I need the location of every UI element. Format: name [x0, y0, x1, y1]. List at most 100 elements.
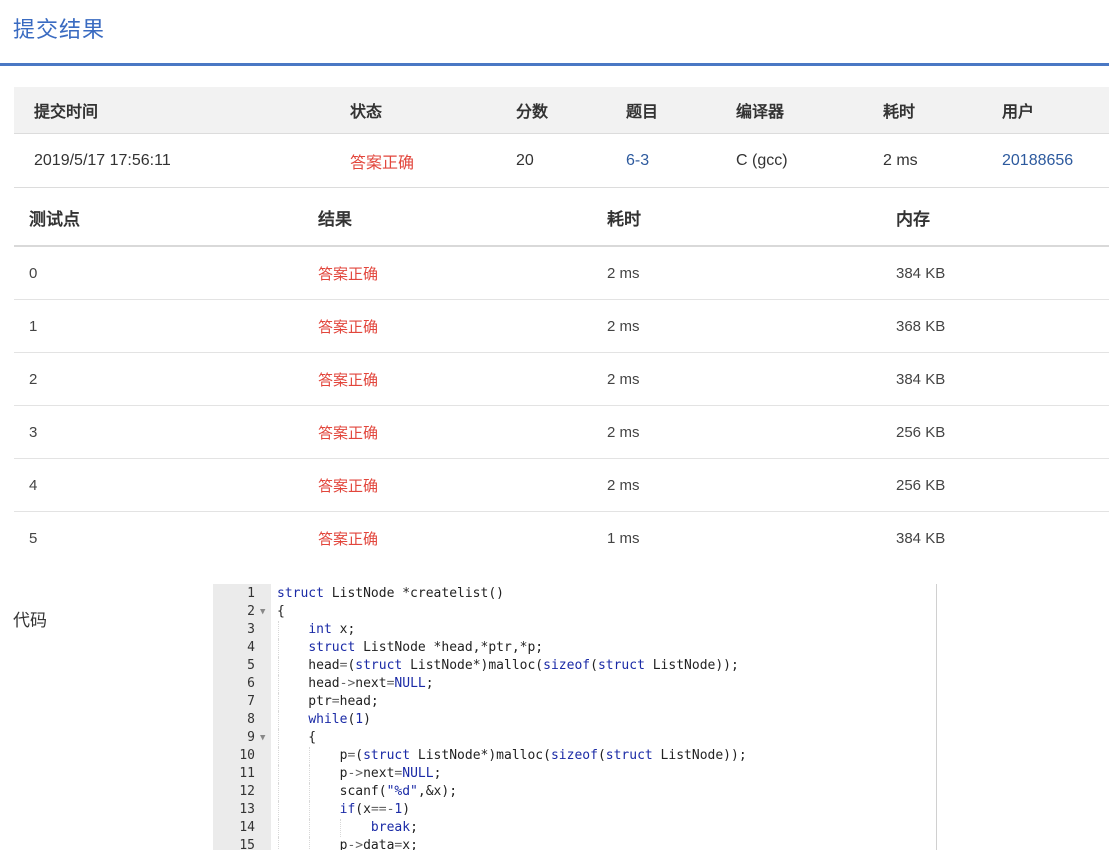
summary-row: 2019/5/17 17:56:11 答案正确 20 6-3 C (gcc) 2…	[14, 134, 1109, 188]
code-text: int x;	[308, 622, 356, 637]
code-line: 9 ▼ {	[213, 729, 936, 747]
code-line: 13 if(x==-1)	[213, 801, 936, 819]
code-text: ptr=head;	[277, 694, 379, 709]
code-line: 11 p->next=NULL;	[213, 765, 936, 783]
header-elapsed: 耗时	[883, 104, 916, 121]
testcase-time: 1 ms	[607, 530, 640, 547]
testcase-memory: 384 KB	[896, 264, 946, 282]
testcase-row: 0 答案正确 2 ms 384 KB	[14, 247, 1109, 300]
header-user: 用户	[1002, 104, 1035, 121]
user-link[interactable]: 20188656	[1002, 134, 1073, 187]
line-number: 13	[239, 802, 255, 817]
code-text: break;	[370, 820, 418, 835]
code-label: 代码	[13, 611, 47, 630]
testcase-memory: 384 KB	[896, 530, 946, 547]
code-editor[interactable]: 1 struct ListNode *createlist() 2 ▼ {3 int x…	[213, 584, 937, 850]
code-line: 2 ▼ {	[213, 603, 936, 621]
header-status: 状态	[350, 104, 383, 121]
testcase-id: 5	[29, 530, 38, 547]
testcase-id: 4	[29, 476, 38, 494]
code-line: 15 p->data=x;	[213, 837, 936, 850]
testcase-id: 2	[29, 370, 38, 388]
testcase-memory: 384 KB	[896, 370, 946, 388]
testcase-row: 1 答案正确 2 ms 368 KB	[14, 300, 1109, 353]
line-number: 3	[247, 622, 255, 637]
line-number: 9	[247, 730, 255, 745]
title-divider	[0, 63, 1109, 66]
testcase-id: 0	[29, 264, 38, 282]
line-number: 15	[239, 838, 255, 850]
header-problem: 题目	[626, 104, 659, 121]
line-number: 8	[247, 712, 255, 727]
line-number: 6	[247, 676, 255, 691]
fold-arrow-icon[interactable]: ▼	[260, 603, 265, 621]
code-line: 14 break;	[213, 819, 936, 837]
code-line: 5 head=(struct ListNode*)malloc(sizeof(s…	[213, 657, 936, 675]
code-line: 12 scanf("%d",&x);	[213, 783, 936, 801]
score-value: 20	[516, 151, 534, 169]
problem-link[interactable]: 6-3	[626, 134, 649, 187]
header-time: 耗时	[607, 209, 641, 229]
submit-time: 2019/5/17 17:56:11	[34, 151, 171, 169]
header-score: 分数	[516, 104, 549, 121]
code-line: 3 int x;	[213, 621, 936, 639]
header-submit-time: 提交时间	[34, 104, 99, 121]
header-memory: 内存	[896, 209, 930, 229]
testcase-row: 5 答案正确 1 ms 384 KB	[14, 512, 1109, 565]
code-text: head->next=NULL;	[277, 676, 434, 691]
code-text: scanf("%d",&x);	[277, 784, 458, 799]
header-testcase: 测试点	[29, 209, 80, 229]
testcase-time: 2 ms	[607, 317, 640, 335]
line-number: 14	[239, 820, 255, 835]
code-text: struct ListNode *head,*ptr,*p;	[308, 640, 544, 655]
line-number: 10	[239, 748, 255, 763]
code-text: head=(struct ListNode*)malloc(sizeof(str…	[277, 658, 739, 673]
testcase-time: 2 ms	[607, 476, 640, 494]
testcase-time: 2 ms	[607, 370, 640, 388]
testcase-table: 测试点 结果 耗时 内存 0 答案正确 2 ms 384 KB 1 答案正确 2 ms 368…	[14, 189, 1109, 565]
testcase-id: 3	[29, 423, 38, 441]
fold-arrow-icon[interactable]: ▼	[260, 729, 265, 747]
code-text: if(x==-1)	[339, 802, 411, 817]
code-line: 8 while(1)	[213, 711, 936, 729]
testcase-id: 1	[29, 317, 38, 335]
line-number: 5	[247, 658, 255, 673]
line-number: 12	[239, 784, 255, 799]
submission-summary-table: 提交时间 状态 分数 题目 编译器 耗时 用户 2019/5/17 17:56:…	[14, 87, 1109, 188]
code-text: while(1)	[308, 712, 371, 727]
testcase-result: 答案正确	[318, 531, 379, 548]
header-compiler: 编译器	[736, 104, 785, 121]
testcase-header-row: 测试点 结果 耗时 内存	[14, 189, 1109, 247]
code-line: 4 struct ListNode *head,*ptr,*p;	[213, 639, 936, 657]
code-text: p->data=x;	[277, 838, 418, 850]
testcase-result: 答案正确	[318, 424, 379, 442]
testcase-result: 答案正确	[318, 371, 379, 389]
testcase-row: 2 答案正确 2 ms 384 KB	[14, 353, 1109, 406]
code-text: struct ListNode *createlist()	[277, 586, 504, 601]
line-number: 1	[247, 586, 255, 601]
code-line: 1 struct ListNode *createlist()	[213, 585, 936, 603]
header-result: 结果	[318, 209, 352, 229]
code-text: {	[277, 604, 285, 619]
testcase-result: 答案正确	[318, 265, 379, 283]
line-number: 7	[247, 694, 255, 709]
testcase-time: 2 ms	[607, 264, 640, 282]
code-text: p=(struct ListNode*)malloc(sizeof(struct…	[277, 748, 747, 763]
status-text: 答案正确	[350, 154, 415, 172]
code-line: 7 ptr=head;	[213, 693, 936, 711]
testcase-result: 答案正确	[318, 318, 379, 336]
testcase-memory: 256 KB	[896, 423, 946, 441]
line-number: 11	[239, 766, 255, 781]
testcase-row: 4 答案正确 2 ms 256 KB	[14, 459, 1109, 512]
page-title: 提交结果	[13, 17, 106, 42]
code-text: {	[277, 730, 317, 745]
testcase-row: 3 答案正确 2 ms 256 KB	[14, 406, 1109, 459]
testcase-result: 答案正确	[318, 477, 379, 495]
line-number: 4	[247, 640, 255, 655]
testcase-time: 2 ms	[607, 423, 640, 441]
elapsed-value: 2 ms	[883, 151, 918, 169]
code-text: p->next=NULL;	[277, 766, 442, 781]
line-number: 2	[247, 604, 255, 619]
code-line: 6 head->next=NULL;	[213, 675, 936, 693]
testcase-memory: 256 KB	[896, 476, 946, 494]
